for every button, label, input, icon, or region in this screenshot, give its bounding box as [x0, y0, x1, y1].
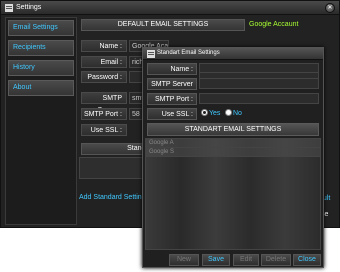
new-button[interactable]: New: [169, 254, 199, 266]
standart-email-settings-dialog: Standart Email Settings Name : SMTP Serv…: [142, 47, 324, 268]
sidebar-item-recipients[interactable]: Recipients: [8, 40, 74, 56]
standard-settings-header-partial: Stanc: [81, 143, 149, 155]
title-bar: Settings ✕: [1, 1, 339, 15]
delete-button[interactable]: Delete: [261, 254, 291, 266]
ssl-yes-radio[interactable]: Yes: [201, 109, 220, 119]
dialog-smtp-server-input[interactable]: [199, 78, 319, 89]
name-label: Name :: [81, 40, 127, 52]
dialog-smtp-server-label: SMTP Server :: [147, 78, 197, 99]
add-standard-setting-button[interactable]: Add Standard Setting: [79, 194, 146, 201]
settings-icon: [5, 4, 13, 12]
default-settings-header: DEFAULT EMAIL SETTINGS: [81, 19, 245, 31]
email-label: Email :: [81, 56, 127, 68]
dialog-name-label: Name :: [147, 63, 197, 75]
ssl-yes-label: Yes: [209, 110, 221, 117]
ssl-no-label: No: [233, 110, 242, 117]
radio-selected-icon: [201, 109, 208, 116]
smtp-server-label: SMTP Server :: [81, 92, 127, 114]
list-item[interactable]: Google S: [146, 148, 320, 157]
smtp-port-label: SMTP Port :: [81, 108, 127, 120]
standard-settings-list-header: STANDART EMAIL SETTINGS: [147, 123, 319, 136]
close-button[interactable]: Close: [293, 254, 321, 266]
dialog-smtp-port-label: SMTP Port :: [147, 93, 197, 105]
standard-settings-list[interactable]: Google A Google S: [145, 138, 321, 250]
save-button[interactable]: Save: [202, 254, 230, 266]
sidebar: Email Settings Recipients History About: [5, 17, 77, 225]
use-ssl-label: Use SSL :: [81, 124, 127, 136]
standard-settings-list-partial: [79, 157, 149, 179]
dialog-smtp-port-input[interactable]: [199, 93, 319, 104]
window-title: Settings: [16, 4, 42, 11]
dialog-title: Standart Email Settings: [157, 50, 220, 56]
close-icon: ✕: [327, 5, 333, 11]
dialog-button-bar: New Save Edit Delete Close: [145, 254, 321, 266]
sidebar-item-about[interactable]: About: [8, 80, 74, 96]
settings-icon: [147, 50, 155, 58]
close-window-button[interactable]: ✕: [325, 3, 335, 13]
sidebar-item-history[interactable]: History: [8, 60, 74, 76]
dialog-title-bar: Standart Email Settings: [143, 48, 323, 60]
edit-button[interactable]: Edit: [233, 254, 259, 266]
list-item[interactable]: Google A: [146, 139, 320, 148]
password-label: Password :: [81, 71, 127, 83]
radio-unselected-icon: [225, 109, 232, 116]
google-account-label: Google Accaunt: [249, 21, 299, 28]
dialog-use-ssl-label: Use SSL :: [147, 108, 197, 120]
ssl-no-radio[interactable]: No: [225, 109, 242, 119]
sidebar-item-email-settings[interactable]: Email Settings: [8, 20, 74, 36]
